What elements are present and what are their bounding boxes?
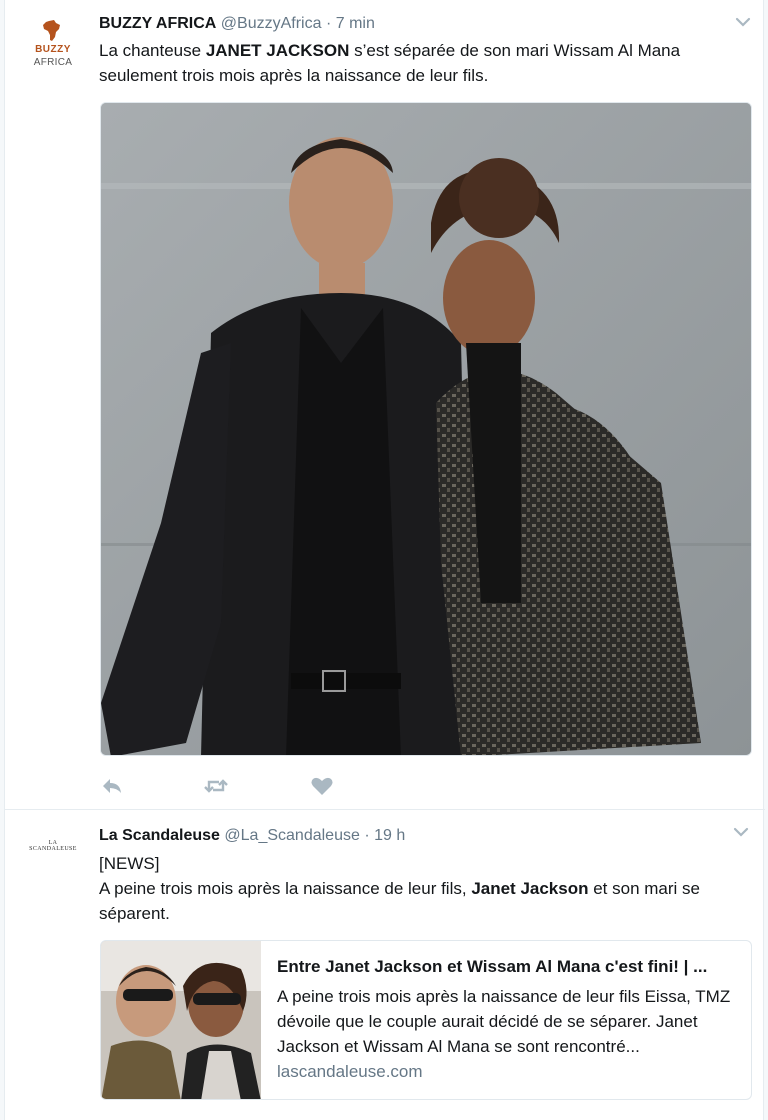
card-thumbnail	[101, 941, 261, 1099]
separator-dot: ·	[325, 15, 332, 32]
tweet-header: La Scandaleuse @La_Scandaleuse · 19 h	[99, 826, 405, 846]
couple-photo	[101, 103, 751, 755]
tweet-actions	[100, 776, 500, 798]
author-fullname[interactable]: BUZZY AFRICA	[99, 15, 216, 32]
tweet-tag: [NEWS]	[99, 854, 160, 873]
chevron-down-icon[interactable]	[733, 826, 749, 838]
tweet-text-part: La chanteuse	[99, 41, 206, 60]
tweet[interactable]: BUZZY AFRICA BUZZY AFRICA @BuzzyAfrica ·…	[5, 0, 765, 810]
tweet-text-bold: Janet Jackson	[471, 879, 589, 898]
tweet-header: BUZZY AFRICA @BuzzyAfrica · 7 min	[99, 14, 375, 34]
tweet-photo[interactable]	[100, 102, 752, 756]
tweet-text-bold: JANET JACKSON	[205, 41, 350, 60]
retweet-icon[interactable]	[204, 776, 228, 796]
timeline: BUZZY AFRICA BUZZY AFRICA @BuzzyAfrica ·…	[4, 0, 765, 1120]
avatar[interactable]: LA SCANDALEUSE	[25, 822, 81, 878]
reply-icon[interactable]	[100, 776, 124, 796]
link-card[interactable]: Entre Janet Jackson et Wissam Al Mana c'…	[100, 940, 752, 1100]
author-fullname[interactable]: La Scandaleuse	[99, 827, 220, 844]
africa-map-icon	[43, 20, 60, 41]
brand-name-line1: BUZZY	[35, 44, 71, 55]
author-screen-name[interactable]: @La_Scandaleuse	[224, 827, 359, 844]
card-title[interactable]: Entre Janet Jackson et Wissam Al Mana c'…	[277, 955, 743, 979]
chevron-down-icon[interactable]	[735, 16, 751, 28]
card-description: A peine trois mois après la naissance de…	[277, 987, 731, 1056]
tweet-text-part: A peine trois mois après la naissance de…	[99, 879, 472, 898]
buzzy-africa-logo: BUZZY AFRICA	[25, 14, 81, 70]
card-domain[interactable]: lascandaleuse.com	[277, 1062, 423, 1082]
tweet-timestamp[interactable]: 19 h	[374, 827, 405, 844]
tweet-text: La chanteuse JANET JACKSON s’est séparée…	[99, 38, 751, 88]
avatar[interactable]: BUZZY AFRICA	[25, 14, 81, 70]
heart-icon[interactable]	[310, 776, 334, 796]
author-screen-name[interactable]: @BuzzyAfrica	[221, 15, 322, 32]
brand-name-line2: AFRICA	[33, 57, 73, 68]
tweet-text: [NEWS] A peine trois mois après la naiss…	[99, 851, 751, 926]
separator-dot: ·	[364, 827, 370, 844]
tweet-timestamp[interactable]: 7 min	[336, 15, 375, 32]
la-scandaleuse-logo: LA SCANDALEUSE	[29, 840, 77, 852]
